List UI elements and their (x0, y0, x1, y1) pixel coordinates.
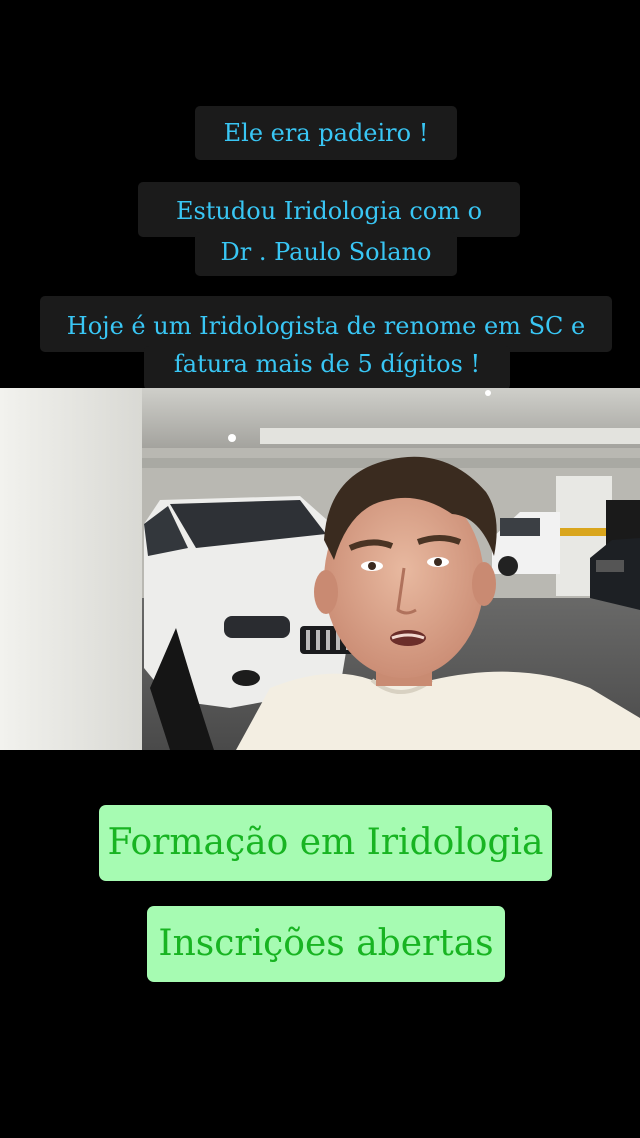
video-scene (0, 388, 640, 750)
caption-line-4: Hoje é um Iridologista de renome em SC e (40, 296, 612, 352)
video-frame[interactable] (0, 388, 640, 750)
caption-line-5: fatura mais de 5 dígitos ! (144, 346, 510, 390)
caption-line-3: Dr . Paulo Solano (195, 232, 457, 276)
enroll-button[interactable]: Inscrições abertas (147, 906, 505, 982)
caption-line-2: Estudou Iridologia com o (138, 182, 520, 237)
course-button[interactable]: Formação em Iridologia (99, 805, 552, 881)
caption-line-1: Ele era padeiro ! (195, 106, 457, 160)
